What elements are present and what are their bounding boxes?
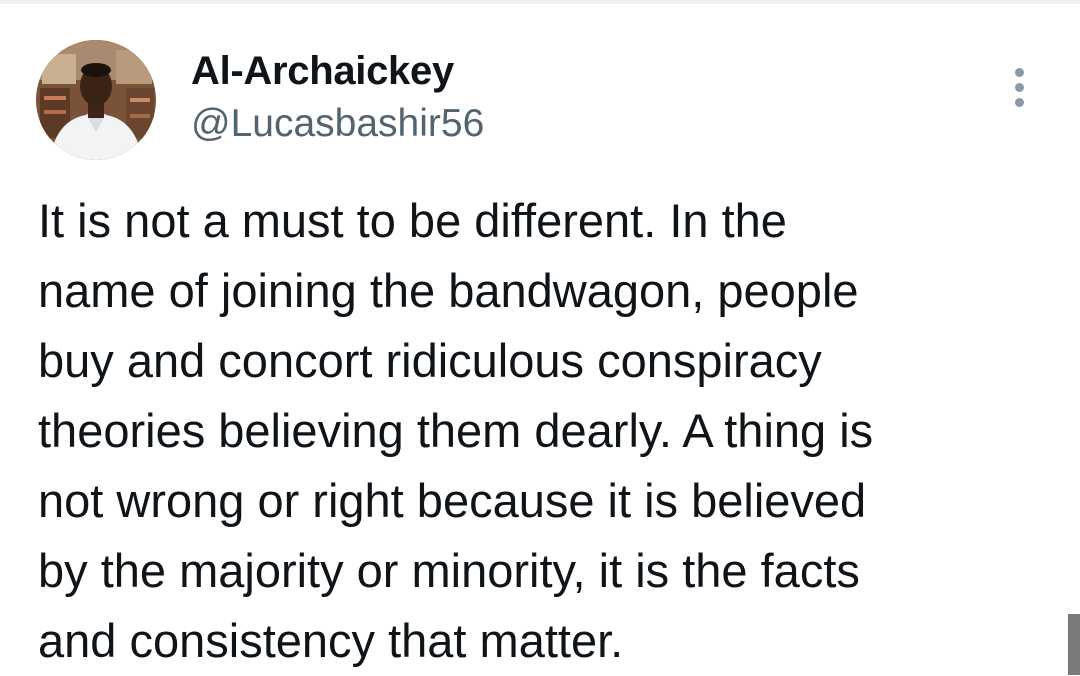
tweet-text: It is not a must to be different. In the…	[38, 186, 1048, 676]
tweet-text-line: by the majority or minority, it is the f…	[38, 544, 860, 597]
tweet-text-line: name of joining the bandwagon, people	[38, 264, 859, 317]
author-display-name[interactable]: Al-Archaickey	[191, 47, 454, 95]
more-options-icon-dot	[1015, 83, 1024, 92]
user-avatar-photo-icon	[36, 40, 156, 160]
tweet-text-line: theories believing them dearly. A thing …	[38, 404, 874, 457]
tweet-text-line: It is not a must to be different. In the	[38, 194, 787, 247]
more-options-icon-dot	[1015, 98, 1024, 107]
tweet-text-line: and consistency that matter.	[38, 614, 624, 667]
avatar[interactable]	[36, 40, 156, 160]
tweet-text-line: buy and concort ridiculous conspiracy	[38, 334, 822, 387]
scrollbar-thumb[interactable]	[1068, 614, 1080, 675]
more-options-icon	[1015, 68, 1024, 77]
tweet-card: Al-Archaickey @Lucasbashir56 It is not a…	[0, 0, 1080, 675]
author-handle[interactable]: @Lucasbashir56	[191, 100, 484, 148]
tweet-text-line: not wrong or right because it is believe…	[38, 474, 867, 527]
more-options-button[interactable]	[1000, 64, 1040, 112]
